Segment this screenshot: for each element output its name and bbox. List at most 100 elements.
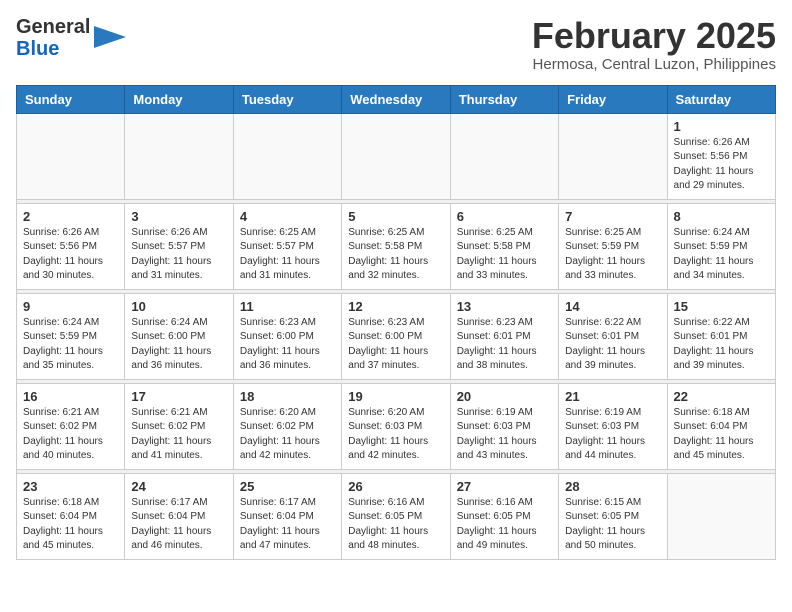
table-row <box>667 473 775 559</box>
col-saturday: Saturday <box>667 85 775 113</box>
day-number: 6 <box>457 209 552 224</box>
day-info: Sunrise: 6:24 AM Sunset: 5:59 PM Dayligh… <box>674 226 769 284</box>
day-number: 21 <box>565 389 660 404</box>
col-tuesday: Tuesday <box>233 85 341 113</box>
col-thursday: Thursday <box>450 85 558 113</box>
title-block: February 2025 Hermosa, Central Luzon, Ph… <box>532 16 776 73</box>
col-monday: Monday <box>125 85 233 113</box>
table-row <box>125 113 233 199</box>
day-number: 10 <box>131 299 226 314</box>
table-row: 14 Sunrise: 6:22 AM Sunset: 6:01 PM Dayli… <box>559 293 667 379</box>
day-number: 5 <box>348 209 443 224</box>
table-row: 9 Sunrise: 6:24 AM Sunset: 5:59 PM Daylig… <box>17 293 125 379</box>
day-info: Sunrise: 6:21 AM Sunset: 6:02 PM Dayligh… <box>131 406 226 464</box>
day-number: 26 <box>348 479 443 494</box>
day-number: 4 <box>240 209 335 224</box>
table-row: 22 Sunrise: 6:18 AM Sunset: 6:04 PM Dayli… <box>667 383 775 469</box>
day-number: 20 <box>457 389 552 404</box>
table-row: 27Sunrise: 6:16 AM Sunset: 6:05 PM Dayli… <box>450 473 558 559</box>
day-info: Sunrise: 6:20 AM Sunset: 6:03 PM Dayligh… <box>348 406 443 464</box>
day-info: Sunrise: 6:19 AM Sunset: 6:03 PM Dayligh… <box>565 406 660 464</box>
table-row: 23 Sunrise: 6:18 AM Sunset: 6:04 PM Dayli… <box>17 473 125 559</box>
logo-flag-icon <box>94 26 126 53</box>
day-number: 15 <box>674 299 769 314</box>
table-row: 3Sunrise: 6:26 AM Sunset: 5:57 PM Daylig… <box>125 203 233 289</box>
table-row: 5 Sunrise: 6:25 AM Sunset: 5:58 PM Daylig… <box>342 203 450 289</box>
table-row: 12 Sunrise: 6:23 AM Sunset: 6:00 PM Dayli… <box>342 293 450 379</box>
day-info: Sunrise: 6:25 AM Sunset: 5:58 PM Dayligh… <box>457 226 552 284</box>
table-row: 28Sunrise: 6:15 AM Sunset: 6:05 PM Dayli… <box>559 473 667 559</box>
day-info: Sunrise: 6:26 AM Sunset: 5:57 PM Dayligh… <box>131 226 226 284</box>
table-row: 15 Sunrise: 6:22 AM Sunset: 6:01 PM Dayli… <box>667 293 775 379</box>
table-row: 13 Sunrise: 6:23 AM Sunset: 6:01 PM Dayli… <box>450 293 558 379</box>
table-row: 17 Sunrise: 6:21 AM Sunset: 6:02 PM Dayli… <box>125 383 233 469</box>
day-number: 25 <box>240 479 335 494</box>
table-row <box>233 113 341 199</box>
day-number: 19 <box>348 389 443 404</box>
table-row: 16 Sunrise: 6:21 AM Sunset: 6:02 PM Dayli… <box>17 383 125 469</box>
table-row <box>450 113 558 199</box>
day-info: Sunrise: 6:22 AM Sunset: 6:01 PM Dayligh… <box>674 316 769 374</box>
day-number: 1 <box>674 119 769 134</box>
day-info: Sunrise: 6:23 AM Sunset: 6:00 PM Dayligh… <box>348 316 443 374</box>
day-info: Sunrise: 6:21 AM Sunset: 6:02 PM Dayligh… <box>23 406 118 464</box>
table-row <box>342 113 450 199</box>
location-subtitle: Hermosa, Central Luzon, Philippines <box>532 56 776 73</box>
logo-general-text: General <box>16 16 90 38</box>
table-row: 11Sunrise: 6:23 AM Sunset: 6:00 PM Dayli… <box>233 293 341 379</box>
day-info: Sunrise: 6:26 AM Sunset: 5:56 PM Dayligh… <box>674 136 769 194</box>
table-row: 25 Sunrise: 6:17 AM Sunset: 6:04 PM Dayli… <box>233 473 341 559</box>
day-number: 9 <box>23 299 118 314</box>
day-number: 13 <box>457 299 552 314</box>
day-info: Sunrise: 6:23 AM Sunset: 6:00 PM Dayligh… <box>240 316 335 374</box>
day-info: Sunrise: 6:25 AM Sunset: 5:58 PM Dayligh… <box>348 226 443 284</box>
day-number: 17 <box>131 389 226 404</box>
table-row <box>559 113 667 199</box>
day-info: Sunrise: 6:18 AM Sunset: 6:04 PM Dayligh… <box>674 406 769 464</box>
table-row: 20 Sunrise: 6:19 AM Sunset: 6:03 PM Dayli… <box>450 383 558 469</box>
day-info: Sunrise: 6:16 AM Sunset: 6:05 PM Dayligh… <box>348 496 443 554</box>
logo-blue-text: Blue <box>16 38 90 60</box>
day-number: 24 <box>131 479 226 494</box>
day-number: 12 <box>348 299 443 314</box>
table-row: 10 Sunrise: 6:24 AM Sunset: 6:00 PM Dayli… <box>125 293 233 379</box>
table-row: 2 Sunrise: 6:26 AM Sunset: 5:56 PM Daylig… <box>17 203 125 289</box>
day-number: 14 <box>565 299 660 314</box>
day-number: 7 <box>565 209 660 224</box>
day-number: 8 <box>674 209 769 224</box>
table-row: 7 Sunrise: 6:25 AM Sunset: 5:59 PM Daylig… <box>559 203 667 289</box>
table-row: 19 Sunrise: 6:20 AM Sunset: 6:03 PM Dayli… <box>342 383 450 469</box>
day-number: 27 <box>457 479 552 494</box>
day-info: Sunrise: 6:26 AM Sunset: 5:56 PM Dayligh… <box>23 226 118 284</box>
table-row: 21 Sunrise: 6:19 AM Sunset: 6:03 PM Dayli… <box>559 383 667 469</box>
table-row: 18Sunrise: 6:20 AM Sunset: 6:02 PM Dayli… <box>233 383 341 469</box>
day-info: Sunrise: 6:25 AM Sunset: 5:59 PM Dayligh… <box>565 226 660 284</box>
day-info: Sunrise: 6:19 AM Sunset: 6:03 PM Dayligh… <box>457 406 552 464</box>
day-info: Sunrise: 6:20 AM Sunset: 6:02 PM Dayligh… <box>240 406 335 464</box>
table-row: 24 Sunrise: 6:17 AM Sunset: 6:04 PM Dayli… <box>125 473 233 559</box>
col-wednesday: Wednesday <box>342 85 450 113</box>
day-info: Sunrise: 6:18 AM Sunset: 6:04 PM Dayligh… <box>23 496 118 554</box>
logo: General Blue <box>16 16 126 60</box>
day-number: 2 <box>23 209 118 224</box>
day-info: Sunrise: 6:24 AM Sunset: 6:00 PM Dayligh… <box>131 316 226 374</box>
table-row: 1 Sunrise: 6:26 AM Sunset: 5:56 PM Daylig… <box>667 113 775 199</box>
day-info: Sunrise: 6:17 AM Sunset: 6:04 PM Dayligh… <box>240 496 335 554</box>
calendar-table: Sunday Monday Tuesday Wednesday Thursday… <box>16 85 776 560</box>
day-info: Sunrise: 6:22 AM Sunset: 6:01 PM Dayligh… <box>565 316 660 374</box>
col-friday: Friday <box>559 85 667 113</box>
day-info: Sunrise: 6:25 AM Sunset: 5:57 PM Dayligh… <box>240 226 335 284</box>
day-number: 16 <box>23 389 118 404</box>
table-row: 26 Sunrise: 6:16 AM Sunset: 6:05 PM Dayli… <box>342 473 450 559</box>
day-info: Sunrise: 6:23 AM Sunset: 6:01 PM Dayligh… <box>457 316 552 374</box>
page-header: General Blue February 2025 Hermosa, Cent… <box>16 16 776 73</box>
table-row: 4 Sunrise: 6:25 AM Sunset: 5:57 PM Daylig… <box>233 203 341 289</box>
day-info: Sunrise: 6:17 AM Sunset: 6:04 PM Dayligh… <box>131 496 226 554</box>
day-info: Sunrise: 6:24 AM Sunset: 5:59 PM Dayligh… <box>23 316 118 374</box>
calendar-header-row: Sunday Monday Tuesday Wednesday Thursday… <box>17 85 776 113</box>
day-number: 22 <box>674 389 769 404</box>
day-number: 23 <box>23 479 118 494</box>
table-row: 6 Sunrise: 6:25 AM Sunset: 5:58 PM Daylig… <box>450 203 558 289</box>
col-sunday: Sunday <box>17 85 125 113</box>
month-year-title: February 2025 <box>532 16 776 56</box>
